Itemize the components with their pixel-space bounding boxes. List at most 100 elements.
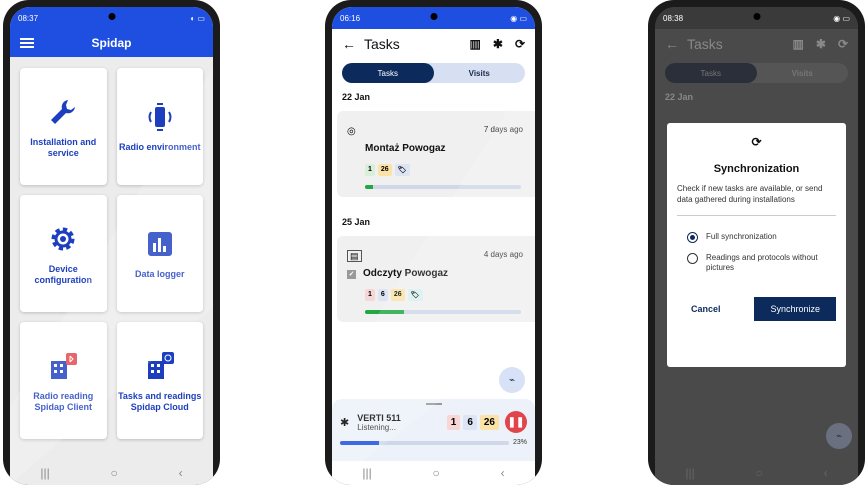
back-icon[interactable]: ‹ xyxy=(824,466,828,480)
radio-unselected[interactable] xyxy=(687,253,698,264)
page-title: Tasks xyxy=(364,36,400,52)
device-progress-label: 23% xyxy=(512,439,527,446)
task-card[interactable]: ◎ 7 days ago Montaż Powogaz 1 26 🏷 xyxy=(337,111,535,197)
home-screen: 08:37 ◐ ▭ Spidap Installation and servic… xyxy=(10,7,213,485)
device-progress xyxy=(340,440,509,445)
menu-icon[interactable] xyxy=(20,38,34,48)
device-status: Listening... xyxy=(357,422,396,432)
chip: 6 xyxy=(463,414,477,430)
date-header: 25 Jan xyxy=(342,217,371,227)
pause-button[interactable]: ❚❚ xyxy=(505,411,527,433)
meter-icon: ▤ xyxy=(347,250,362,262)
home-icon[interactable]: ○ xyxy=(433,466,440,480)
tile-radio-reading-client[interactable]: Radio reading Spidap Client xyxy=(20,322,107,439)
status-time: 06:16 xyxy=(340,13,361,23)
device-name: VERTI 511 xyxy=(357,412,401,423)
bar-chart-icon xyxy=(143,227,177,261)
task-chips: 1 6 26 🏷 xyxy=(365,289,525,301)
building-cloud-icon xyxy=(143,349,177,383)
map-icon[interactable]: ▥ xyxy=(470,37,481,51)
radio-selected[interactable] xyxy=(687,232,698,243)
bluetooth-icon[interactable]: ✱ xyxy=(493,37,503,51)
gear-icon xyxy=(46,222,80,256)
status-bar: 06:16 ◉ ▭ xyxy=(332,7,535,29)
status-time: 08:37 xyxy=(18,13,39,23)
page-title: Tasks xyxy=(687,36,723,52)
task-progress-fill xyxy=(365,310,404,314)
task-age: 7 days ago xyxy=(483,125,523,134)
task-chips: 1 26 🏷 xyxy=(365,164,525,176)
task-progress xyxy=(365,310,521,314)
status-time: 08:38 xyxy=(663,13,684,23)
tile-radio-environment[interactable]: Radio environment xyxy=(116,68,203,185)
bluetooth-icon: ✱ xyxy=(815,37,826,51)
task-name: Montaż Powogaz xyxy=(365,143,446,154)
battery-icon: ◉ ▭ xyxy=(833,13,850,23)
cancel-button[interactable]: Cancel xyxy=(691,304,721,314)
status-bar: 08:38 ◉ ▭ xyxy=(655,7,858,29)
scan-fab-icon: ⌁ xyxy=(826,423,852,449)
recent-apps-icon[interactable]: ||| xyxy=(362,466,371,480)
battery-icon: ◐ ▭ xyxy=(190,13,205,23)
tab-visits[interactable]: Visits xyxy=(434,63,526,83)
recent-apps-icon[interactable]: ||| xyxy=(685,466,694,480)
tile-data-logger[interactable]: Data logger xyxy=(116,195,203,312)
app-bar: Spidap xyxy=(10,29,213,57)
tag-icon: 🏷 xyxy=(407,289,423,301)
tab-tasks: Tasks xyxy=(665,63,757,83)
phone-tasks-screen: 06:16 ◉ ▭ ← Tasks ▥ ✱ ⟳ Tasks Visits 22 … xyxy=(325,0,542,485)
wrench-icon xyxy=(46,95,80,129)
divider xyxy=(677,215,836,216)
tab-visits: Visits xyxy=(791,68,813,78)
sync-dialog: ⟳ Synchronization Check if new tasks are… xyxy=(667,123,846,367)
tab-switcher: Tasks Visits xyxy=(342,63,525,83)
device-bottom-sheet: ✱ VERTI 511 Listening... 1 6 26 ❚❚ 23% xyxy=(332,399,535,461)
system-nav-bar: ||| ○ ‹ xyxy=(10,461,213,485)
home-icon[interactable]: ○ xyxy=(756,466,763,480)
system-nav-bar: ||| ○ ‹ xyxy=(332,461,535,485)
home-icon[interactable]: ○ xyxy=(111,466,118,480)
chip: 26 xyxy=(377,164,392,176)
dialog-description: Check if new tasks are available, or sen… xyxy=(677,184,823,204)
tasks-toolbar: ← Tasks ▥ ✱ ⟳ xyxy=(332,29,535,59)
app-title: Spidap xyxy=(91,36,132,50)
date-header: 22 Jan xyxy=(342,92,371,102)
back-icon[interactable]: ‹ xyxy=(179,466,183,480)
bluetooth-icon: ✱ xyxy=(340,416,350,429)
date-header: 22 Jan xyxy=(665,92,694,102)
option-readings-no-pictures[interactable]: Readings and protocols without pictures xyxy=(687,253,836,273)
sync-screen: 08:38 ◉ ▭ ← Tasks ▥ ✱ ⟳ Tasks Visits 22 … xyxy=(655,7,858,485)
chip: 26 xyxy=(390,289,405,301)
battery-icon: ◉ ▭ xyxy=(510,13,527,23)
tile-grid: Installation and service Radio environme… xyxy=(10,57,213,450)
tab-switcher: Tasks Visits xyxy=(665,63,848,83)
tasks-toolbar: ← Tasks ▥ ✱ ⟳ xyxy=(655,29,858,59)
sync-icon: ⟳ xyxy=(837,37,848,51)
tile-device-configuration[interactable]: Device configuration xyxy=(20,195,107,312)
sync-icon[interactable]: ⟳ xyxy=(515,37,525,51)
task-checkbox[interactable]: ✓ xyxy=(347,270,356,279)
system-nav-bar: ||| ○ ‹ xyxy=(655,461,858,485)
task-progress-fill xyxy=(365,185,373,189)
scan-fab-icon[interactable]: ⌁ xyxy=(499,367,525,393)
recent-apps-icon[interactable]: ||| xyxy=(40,466,49,480)
map-icon: ▥ xyxy=(792,37,804,51)
tile-tasks-readings-cloud[interactable]: Tasks and readings Spidap Cloud xyxy=(116,322,203,439)
device-progress-fill xyxy=(340,440,379,445)
back-arrow-icon[interactable]: ← xyxy=(342,36,356,52)
chip: 1 xyxy=(365,164,375,176)
tab-tasks[interactable]: Tasks xyxy=(342,63,434,83)
chip: 1 xyxy=(365,289,375,301)
back-arrow-icon: ← xyxy=(665,36,679,52)
back-icon[interactable]: ‹ xyxy=(501,466,505,480)
chip: 26 xyxy=(479,414,499,430)
dialog-title: Synchronization xyxy=(713,163,800,175)
task-card[interactable]: ▤ 4 days ago ✓ Odczyty Powogaz 1 6 26 🏷 xyxy=(337,236,535,322)
building-bluetooth-icon xyxy=(46,349,80,383)
task-age: 4 days ago xyxy=(483,250,523,259)
synchronize-button[interactable]: Synchronize xyxy=(754,297,836,321)
phone-sync-dialog-screen: 08:38 ◉ ▭ ← Tasks ▥ ✱ ⟳ Tasks Visits 22 … xyxy=(648,0,865,485)
tile-installation-service[interactable]: Installation and service xyxy=(20,68,107,185)
sync-icon: ⟳ xyxy=(751,135,762,149)
option-full-sync[interactable]: Full synchronization xyxy=(687,232,836,243)
